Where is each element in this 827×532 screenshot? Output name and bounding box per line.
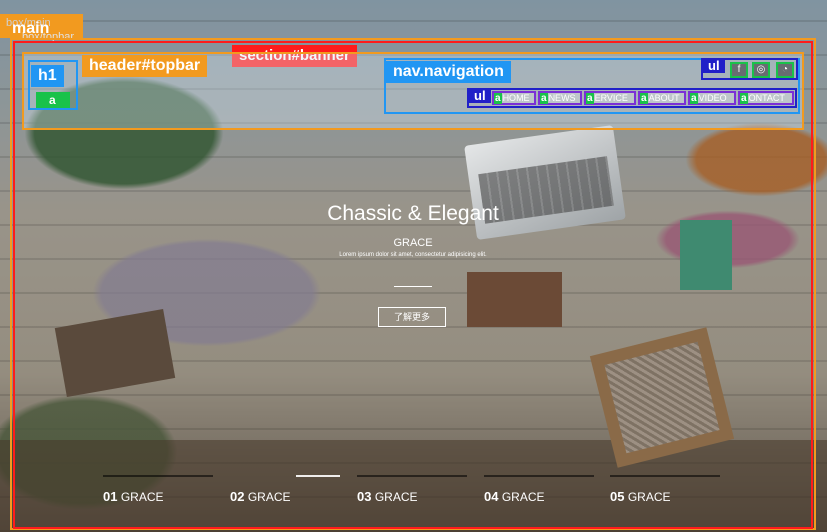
logo-link-label: a [49, 93, 56, 107]
hero-title: Chassic & Elegant [327, 202, 499, 225]
nav-contact-tag: a [740, 93, 748, 104]
social-ul-label: ul [703, 59, 725, 73]
h1-label: h1 [31, 65, 64, 87]
facebook-icon[interactable]: f [730, 62, 748, 78]
slide-indicator-2[interactable]: 02 GRACE [230, 475, 340, 504]
nav-home-label: HOME [502, 93, 530, 103]
slide-label: GRACE [120, 490, 164, 504]
nav-contact-label: ONTACT [748, 93, 785, 103]
main-label: main [12, 20, 50, 37]
nav-service[interactable]: a ERVICE [584, 91, 636, 105]
learn-more-button[interactable]: 了解更多 [378, 307, 446, 327]
slide-indicator-1[interactable]: 01 GRACE [103, 475, 213, 504]
nav-video-tag: a [690, 93, 698, 104]
slide-text: 04 GRACE [484, 489, 594, 504]
weibo-icon[interactable]: ◔ [776, 62, 794, 78]
nav-service-tag: a [586, 93, 594, 104]
slide-bar [357, 475, 467, 477]
slide-indicator-5[interactable]: 05 GRACE [610, 475, 720, 504]
nav-video[interactable]: a VIDEO [688, 91, 736, 105]
nav-service-label: ERVICE [594, 93, 628, 103]
slide-label: GRACE [247, 490, 291, 504]
slide-text: 05 GRACE [610, 489, 720, 504]
slide-number: 01 [103, 489, 118, 504]
nav-about-label: ABOUT [648, 93, 680, 103]
slide-number: 02 [230, 489, 245, 504]
slide-text: 01 GRACE [103, 489, 213, 504]
nav-video-label: VIDEO [698, 93, 727, 103]
slide-indicator-4[interactable]: 04 GRACE [484, 475, 594, 504]
nav-news-tag: a [540, 93, 548, 104]
nav-about-tag: a [640, 93, 648, 104]
slide-label: GRACE [501, 490, 545, 504]
nav-contact[interactable]: a ONTACT [738, 91, 794, 105]
nav-news-label: NEWS [548, 93, 576, 103]
nav-about[interactable]: a ABOUT [638, 91, 686, 105]
nav-label: nav.navigation [386, 61, 511, 83]
slide-bar [103, 475, 213, 477]
slide-indicator-3[interactable]: 03 GRACE [357, 475, 467, 504]
hero-divider [394, 286, 432, 287]
slide-number: 03 [357, 489, 372, 504]
hero-subtitle: GRACE [393, 237, 433, 249]
slide-number: 04 [484, 489, 499, 504]
hero-description: Lorem ipsum dolor sit amet, consectetur … [339, 252, 487, 258]
wechat-icon[interactable]: ◎ [752, 62, 770, 78]
slide-bar [484, 475, 594, 477]
slide-text: 02 GRACE [230, 489, 340, 504]
topbar-label: header#topbar [82, 55, 208, 77]
slide-text: 03 GRACE [357, 489, 467, 504]
nav-news[interactable]: a NEWS [538, 91, 582, 105]
nav-home[interactable]: a HOME [492, 91, 536, 105]
slide-bar-active [296, 475, 340, 477]
slide-bar [610, 475, 720, 477]
slide-label: GRACE [374, 490, 418, 504]
menu-ul-label: ul [469, 89, 491, 103]
slide-label: GRACE [627, 490, 671, 504]
slide-number: 05 [610, 489, 625, 504]
nav-home-tag: a [494, 93, 502, 104]
